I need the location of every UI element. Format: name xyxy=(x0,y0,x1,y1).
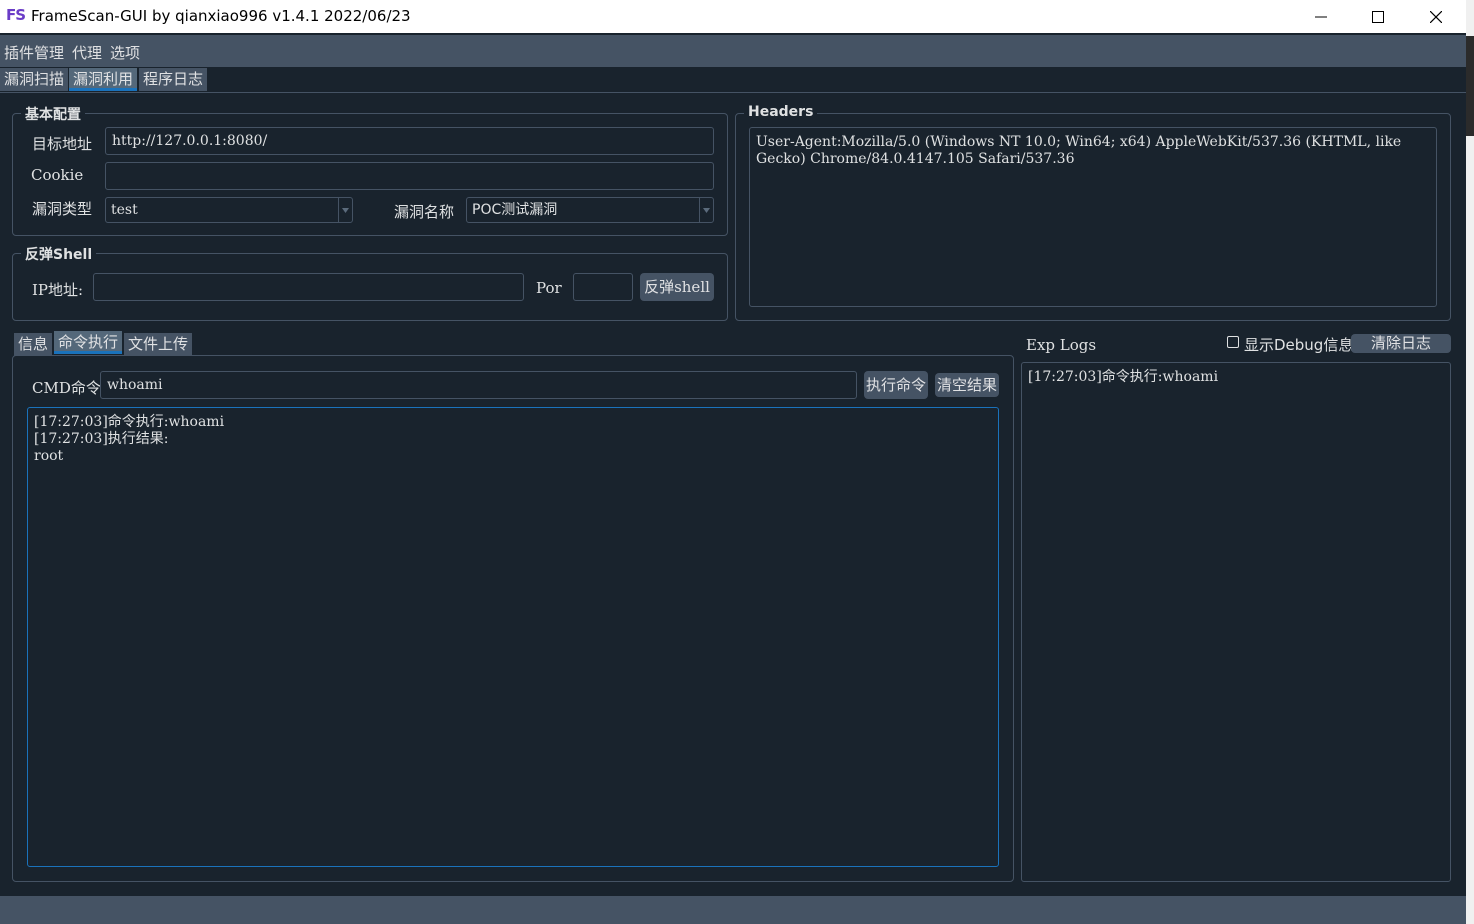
menu-options[interactable]: 选项 xyxy=(110,42,140,63)
cmd-label: CMD命令 xyxy=(32,379,101,397)
target-address-input[interactable]: http://127.0.0.1:8080/ xyxy=(105,127,714,155)
subtab-command-exec[interactable]: 命令执行 xyxy=(54,331,123,354)
clear-results-button[interactable]: 清空结果 xyxy=(935,373,999,397)
chevron-down-icon[interactable] xyxy=(338,198,352,222)
vuln-name-label: 漏洞名称 xyxy=(394,203,455,221)
execute-command-button[interactable]: 执行命令 xyxy=(864,371,928,399)
reverse-shell-title: 反弹Shell xyxy=(21,244,97,264)
vuln-type-label: 漏洞类型 xyxy=(32,200,93,218)
tab-vuln-exploit[interactable]: 漏洞利用 xyxy=(69,68,138,91)
headers-title: Headers xyxy=(744,104,818,120)
window-edge xyxy=(1466,0,1474,924)
vuln-name-value: POC测试漏洞 xyxy=(472,202,558,218)
headers-textarea[interactable]: User-Agent:Mozilla/5.0 (Windows NT 10.0;… xyxy=(749,127,1437,307)
ip-address-input[interactable] xyxy=(93,273,524,301)
main-tab-bar: 漏洞扫描 漏洞利用 程序日志 xyxy=(0,68,1466,92)
close-button[interactable] xyxy=(1407,0,1465,33)
maximize-icon xyxy=(1372,10,1384,23)
maximize-button[interactable] xyxy=(1349,0,1407,33)
app-icon: FS xyxy=(6,6,26,24)
command-output-textarea[interactable]: [17:27:03]命令执行:whoami [17:27:03]执行结果: ro… xyxy=(27,407,999,867)
window-edge-scroll xyxy=(1466,36,1474,136)
menu-plugin-manage[interactable]: 插件管理 xyxy=(4,42,64,63)
menu-proxy[interactable]: 代理 xyxy=(72,42,102,63)
debug-checkbox-label[interactable]: 显示Debug信息 xyxy=(1244,334,1353,355)
cookie-label: Cookie xyxy=(31,166,84,184)
ip-address-label: IP地址: xyxy=(32,281,84,299)
menu-bar: 插件管理 代理 选项 xyxy=(0,35,1466,67)
port-input[interactable] xyxy=(573,273,633,301)
tab-pane-border xyxy=(0,92,1466,93)
exp-logs-textarea[interactable]: [17:27:03]命令执行:whoami xyxy=(1021,362,1451,882)
vuln-type-value: test xyxy=(111,202,138,218)
subtab-info[interactable]: 信息 xyxy=(14,333,53,356)
subtab-file-upload[interactable]: 文件上传 xyxy=(124,333,193,356)
clear-logs-button[interactable]: 清除日志 xyxy=(1351,334,1451,353)
target-address-label: 目标地址 xyxy=(32,135,93,153)
reverse-shell-button[interactable]: 反弹shell xyxy=(640,273,714,301)
vuln-name-select[interactable]: POC测试漏洞 xyxy=(466,197,714,223)
basic-config-title: 基本配置 xyxy=(21,104,85,124)
cookie-input[interactable] xyxy=(105,162,714,190)
window-title: FrameScan-GUI by qianxiao996 v1.4.1 2022… xyxy=(31,7,411,25)
close-icon xyxy=(1430,10,1442,23)
status-bar xyxy=(0,896,1466,924)
tab-program-log[interactable]: 程序日志 xyxy=(139,68,208,91)
exp-logs-title: Exp Logs xyxy=(1026,336,1097,354)
title-bar: FS FrameScan-GUI by qianxiao996 v1.4.1 2… xyxy=(0,0,1466,33)
cmd-input[interactable]: whoami xyxy=(100,371,857,399)
minimize-icon xyxy=(1315,16,1327,17)
port-label: Por xyxy=(536,279,562,297)
chevron-down-icon[interactable] xyxy=(699,198,713,222)
vuln-type-select[interactable]: test xyxy=(105,197,353,223)
debug-checkbox[interactable] xyxy=(1227,336,1239,348)
minimize-button[interactable] xyxy=(1292,0,1350,33)
tab-vuln-scan[interactable]: 漏洞扫描 xyxy=(0,68,69,91)
